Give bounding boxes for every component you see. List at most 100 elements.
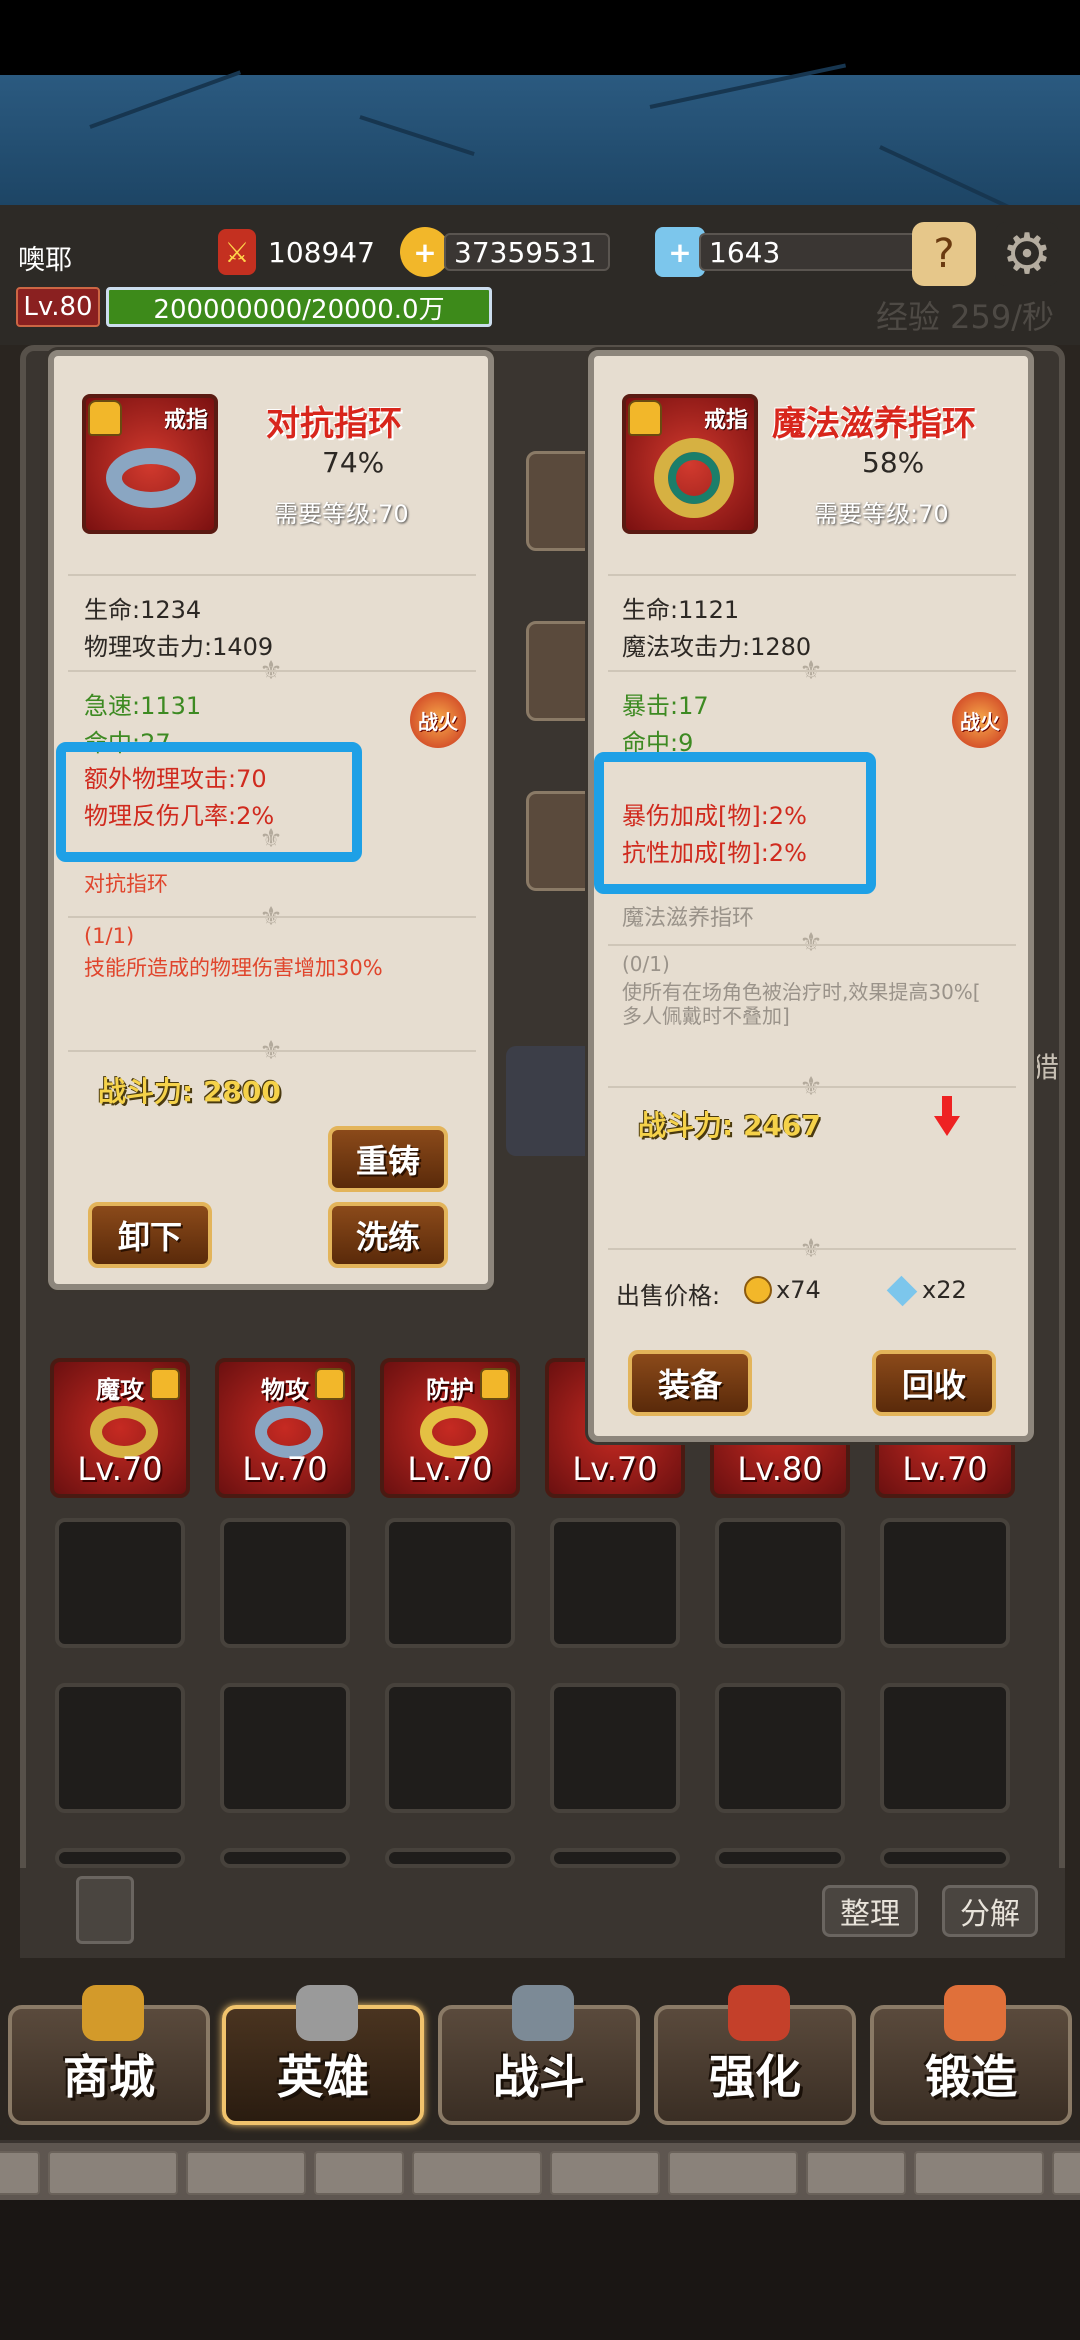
equip-button[interactable]: 装备 [628, 1350, 752, 1416]
recast-button[interactable]: 重铸 [328, 1126, 448, 1192]
set-description-line: 使所有在场角色被治疗时,效果提高30%[ [622, 980, 981, 1004]
item-type: 戒指 [703, 408, 748, 433]
bag-item-level: Lv.70 [572, 1450, 658, 1488]
item-icon: 戒指 [82, 394, 218, 534]
gold-coin-plus-icon[interactable]: + [400, 227, 450, 277]
equip-slot-boots[interactable] [526, 791, 596, 891]
bag-slot-empty[interactable] [880, 1683, 1010, 1813]
item-name: 魔法滋养指环 [772, 404, 976, 444]
lock-icon [480, 1368, 510, 1400]
helmet-icon [296, 1985, 358, 2041]
set-count: (0/1) [622, 952, 670, 976]
stat-green: 急速:1131 [84, 692, 202, 720]
fleur-divider-icon: ⚜ [799, 928, 823, 958]
sell-price-label: 出售价格: [616, 1282, 721, 1310]
bag-slot-empty[interactable] [220, 1683, 350, 1813]
stat-main: 物理攻击力:1409 [84, 633, 274, 661]
diamond-plus-icon[interactable]: + [655, 227, 705, 277]
player-level: Lv.80 [16, 287, 100, 327]
sort-button[interactable]: 整理 [822, 1885, 918, 1937]
set-count: (1/1) [84, 924, 135, 948]
stat-main: 生命:1121 [622, 596, 740, 624]
nav-label: 强化 [709, 2050, 801, 2104]
gold-value: 37359531 [444, 233, 610, 271]
bag-item[interactable]: 物攻 Lv.70 [215, 1358, 355, 1498]
lock-icon [150, 1368, 180, 1400]
bag-slot-empty[interactable] [880, 1518, 1010, 1648]
highlight-box [56, 742, 362, 862]
item-name: 对抗指环 [266, 404, 402, 444]
bookmark-icon[interactable] [76, 1876, 134, 1944]
bag-item-level: Lv.80 [737, 1450, 823, 1488]
bottom-nav: 商城 英雄 战斗 强化 锻造 [0, 1985, 1080, 2145]
lock-icon [88, 400, 122, 436]
set-description: 技能所造成的物理伤害增加30% [84, 956, 383, 980]
set-name: 对抗指环 [84, 872, 168, 896]
highlight-box [594, 752, 876, 894]
unequip-button[interactable]: 卸下 [88, 1202, 212, 1268]
set-name: 魔法滋养指环 [622, 906, 755, 931]
bag-slot-empty[interactable] [715, 1848, 845, 1868]
nav-label: 锻造 [925, 2050, 1017, 2104]
bag-slot-empty[interactable] [385, 1848, 515, 1868]
bag-item-level: Lv.70 [407, 1450, 493, 1488]
bag-slot-empty[interactable] [550, 1683, 680, 1813]
nav-forge[interactable]: 锻造 [870, 1985, 1072, 2125]
red-down-arrow-icon [934, 1096, 960, 1136]
bag-slot-empty[interactable] [715, 1683, 845, 1813]
bag-slot-empty[interactable] [385, 1683, 515, 1813]
sell-gold: x74 [776, 1276, 821, 1304]
nav-shop[interactable]: 商城 [8, 1985, 210, 2125]
nav-label: 商城 [63, 2050, 155, 2104]
item-icon: 戒指 [622, 394, 758, 534]
nav-enhance[interactable]: 强化 [654, 1985, 856, 2125]
forge-icon [944, 1985, 1006, 2041]
game-screen: 噢耶 ⚔ 108947 + 37359531 + 1643 ? ⚙ Lv.80 … [0, 0, 1080, 2340]
bag-slot-empty[interactable] [385, 1518, 515, 1648]
diamond-resource[interactable]: + 1643 [655, 227, 919, 277]
power-resource: ⚔ 108947 [218, 229, 375, 275]
sword-shield-icon: ⚔ [218, 229, 256, 275]
combat-power: 战斗力: 2467 [638, 1109, 821, 1142]
gear-icon[interactable]: ⚙ [995, 222, 1059, 287]
xp-rate: 经验 259/秒 [875, 298, 1054, 336]
bag-slot-empty[interactable] [55, 1518, 185, 1648]
bag-slot-empty[interactable] [550, 1518, 680, 1648]
recycle-button[interactable]: 回收 [872, 1350, 996, 1416]
decompose-button[interactable]: 分解 [942, 1885, 1038, 1937]
nav-label: 英雄 [277, 2050, 369, 2104]
hero-class-label-right: 猎 [1031, 1051, 1060, 1084]
bag-item[interactable]: 防护 Lv.70 [380, 1358, 520, 1498]
bag-slot-empty[interactable] [220, 1848, 350, 1868]
item-type: 戒指 [163, 408, 208, 433]
nav-battle[interactable]: 战斗 [438, 1985, 640, 2125]
bag-slot-empty[interactable] [880, 1848, 1010, 1868]
bag-item[interactable]: 魔攻 Lv.70 [50, 1358, 190, 1498]
lock-icon [628, 400, 662, 436]
bag-slot-empty[interactable] [550, 1848, 680, 1868]
ring-icon [654, 438, 734, 518]
power-value: 108947 [268, 235, 375, 269]
crossed-swords-icon [512, 1985, 574, 2041]
equip-slot-armor[interactable] [526, 621, 596, 721]
sell-diamond: x22 [922, 1276, 967, 1304]
required-level: 需要等级:70 [274, 500, 409, 528]
gold-resource[interactable]: + 37359531 [400, 227, 610, 277]
bag-slot-empty[interactable] [715, 1518, 845, 1648]
combat-power: 战斗力: 2800 [98, 1075, 281, 1108]
nav-hero[interactable]: 英雄 [222, 1985, 424, 2125]
bag-slot-empty[interactable] [220, 1518, 350, 1648]
bag-slot-empty[interactable] [55, 1848, 185, 1868]
bag-item-level: Lv.70 [77, 1450, 163, 1488]
bag-slot-empty[interactable] [55, 1683, 185, 1813]
fire-element-icon: 战火 [410, 692, 466, 748]
stat-main: 魔法攻击力:1280 [622, 633, 812, 661]
ring-icon [106, 448, 196, 508]
refine-button[interactable]: 洗练 [328, 1202, 448, 1268]
equip-slot-helmet[interactable] [526, 451, 596, 551]
quest-book-icon[interactable]: ? [912, 222, 976, 286]
stat-main: 生命:1234 [84, 596, 202, 624]
sky-banner [0, 63, 1080, 213]
diamond-value: 1643 [699, 233, 919, 271]
bag-item-level: Lv.70 [242, 1450, 328, 1488]
